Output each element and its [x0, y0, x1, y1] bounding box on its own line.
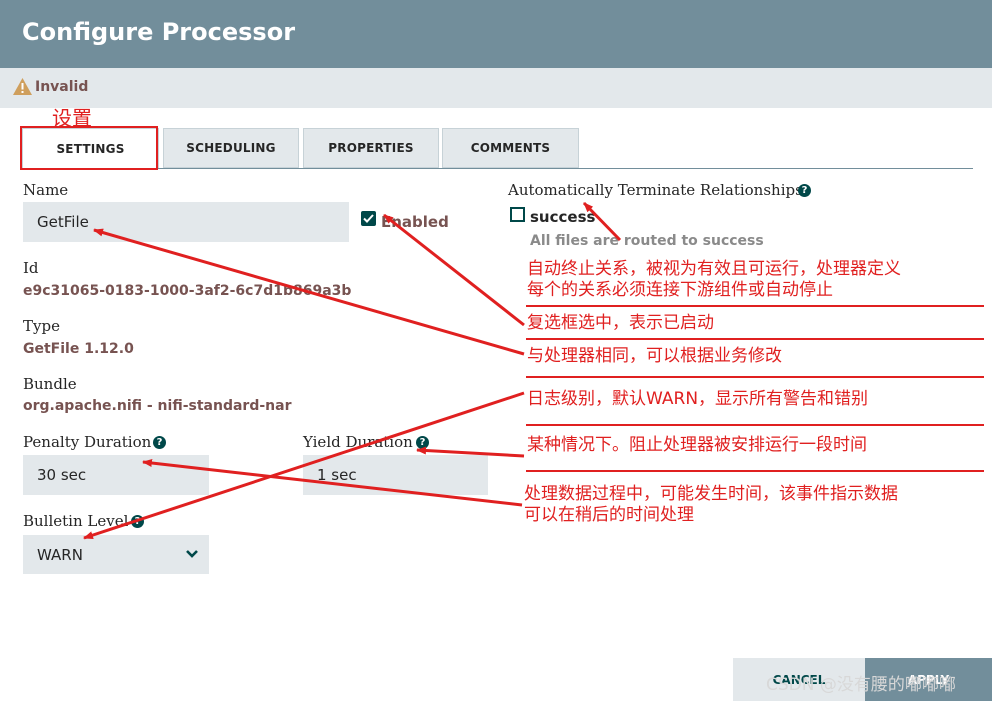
annotation-arrows — [83, 201, 622, 540]
arrow-bulletin — [83, 391, 525, 540]
arrow-yield — [416, 446, 525, 458]
arrow-enabled — [383, 213, 525, 327]
watermark: CSDN @没有腰的嘟嘟嘟 — [766, 675, 956, 695]
arrow-relationships — [582, 201, 622, 242]
arrow-name — [93, 228, 525, 356]
